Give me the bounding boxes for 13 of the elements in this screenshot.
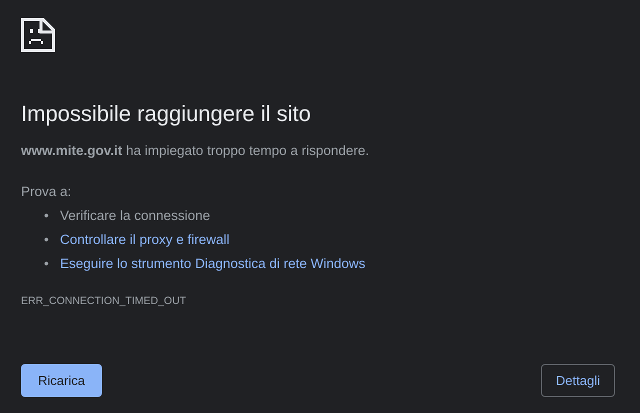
sad-page-icon (21, 18, 55, 52)
error-message: www.mite.gov.it ha impiegato troppo tempo a rispondere. (21, 142, 370, 160)
suggestions-intro: Prova a: (21, 182, 72, 201)
bullet: • (44, 207, 50, 226)
bullet: • (44, 231, 50, 250)
error-code: ERR_CONNECTION_TIMED_OUT (21, 294, 188, 310)
suggestion-link[interactable]: Controllare il proxy e firewall (60, 228, 230, 252)
reload-button[interactable]: Ricarica (21, 364, 102, 397)
details-button[interactable]: Dettagli (540, 364, 615, 397)
suggestion-text: Verificare la connessione (60, 207, 210, 226)
error-heading: Impossibile raggiungere il sito (21, 100, 312, 128)
bullet: • (44, 255, 50, 274)
suggestion-link[interactable]: Eseguire lo strumento Diagnostica di rete Windows (60, 252, 366, 276)
